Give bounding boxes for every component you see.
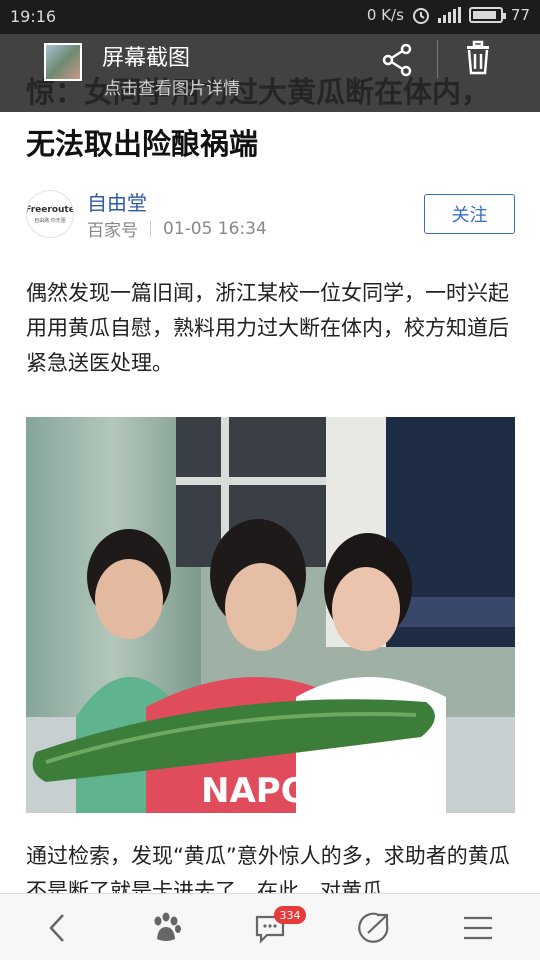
screenshot-title: 屏幕截图 — [102, 46, 191, 71]
battery-icon — [468, 7, 506, 23]
alarm-icon — [412, 8, 429, 24]
menu-icon[interactable] — [438, 894, 518, 960]
screenshot-subtitle[interactable]: 点击查看图片详情 — [104, 74, 240, 99]
screenshot-notification[interactable]: 屏幕截图 点击查看图片详情 — [0, 34, 540, 112]
article-time: 01-05 16:34 — [163, 218, 267, 239]
battery-level: 77 — [510, 6, 530, 24]
share-icon[interactable] — [378, 40, 418, 80]
overlay-divider — [437, 40, 438, 78]
shirt-text: NAPOL — [201, 771, 331, 811]
status-right: 0 K/s 77 — [367, 6, 530, 24]
article-paragraph-1: 偶然发现一篇旧闻，浙江某校一位女同学，一时兴起用用黄瓜自慰，熟料用力过大断在体内… — [26, 281, 509, 375]
status-bar: 19:16 0 K/s 77 — [0, 0, 540, 34]
status-time: 19:16 — [10, 7, 57, 26]
meta-divider — [150, 220, 151, 237]
author-name[interactable]: 自由堂 — [87, 187, 147, 216]
article-meta: 百家号 01-05 16:34 — [87, 216, 267, 242]
article-photo[interactable]: NAPOL — [26, 417, 515, 813]
avatar-logo-text: Freeroute — [26, 204, 74, 215]
author-avatar[interactable]: Freeroute 自由路 你无阻 — [26, 190, 74, 238]
share-out-icon[interactable] — [334, 894, 414, 960]
bottom-nav: 334 — [0, 893, 540, 960]
comment-icon[interactable]: 334 — [230, 894, 310, 960]
avatar-logo-subtext: 自由路 你无阻 — [34, 217, 66, 224]
back-icon[interactable] — [18, 894, 98, 960]
signal-icon — [437, 7, 461, 23]
article-source: 百家号 — [87, 221, 138, 241]
comment-count-badge: 334 — [274, 906, 306, 924]
follow-button[interactable]: 关注 — [424, 194, 515, 234]
screenshot-thumbnail[interactable] — [44, 43, 82, 81]
article-paragraph-2: 通过检索，发现“黄瓜”意外惊人的多，求助者的黄瓜不是断了就是卡进去了，在此，对黄… — [26, 844, 510, 895]
baidu-paw-icon[interactable] — [126, 894, 206, 960]
trash-icon[interactable] — [458, 38, 498, 78]
net-speed: 0 K/s — [366, 6, 404, 24]
